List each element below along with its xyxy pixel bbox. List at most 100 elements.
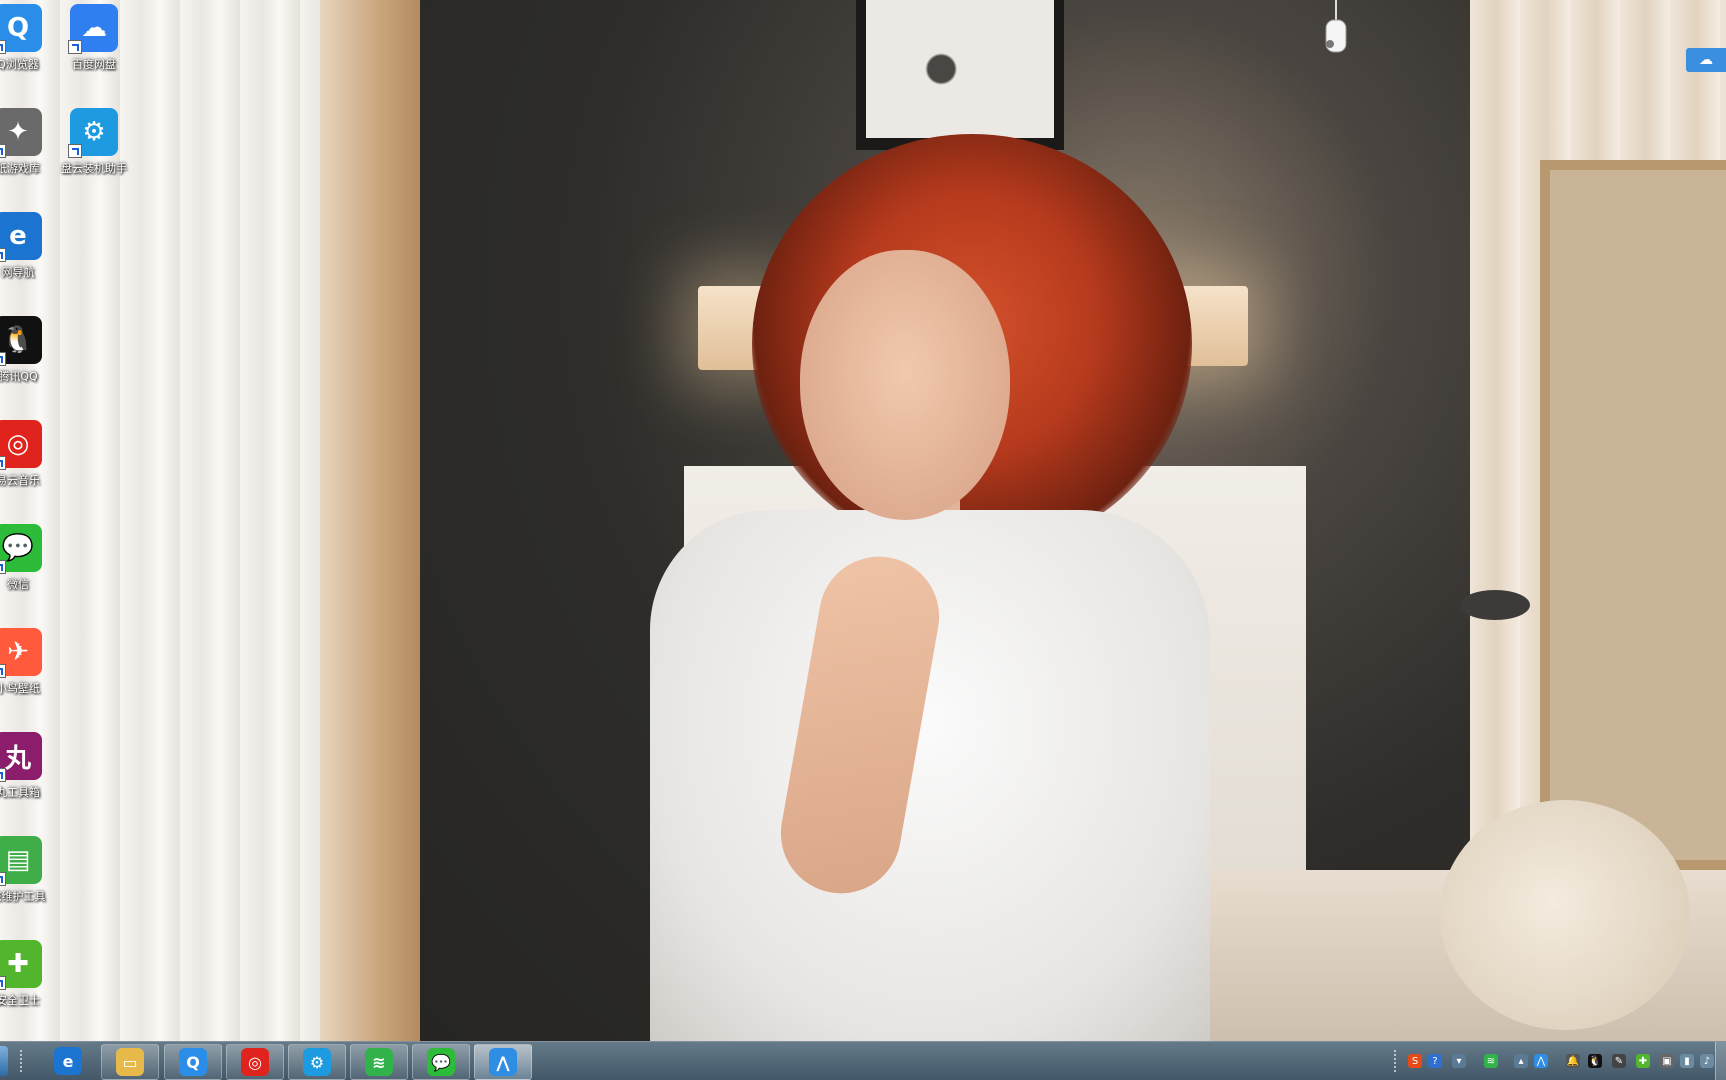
shortcut-arrow-icon [0, 768, 6, 782]
taskbar-button-wechat[interactable]: 💬 [412, 1044, 470, 1080]
icon-glyph: S [1411, 1055, 1419, 1067]
desktop-icon-maintenance-tool[interactable]: ▤ 统维护工具 [0, 836, 66, 904]
taskbar-button-active-app[interactable]: ⋀ [474, 1044, 532, 1080]
icon-glyph: ▤ [5, 845, 31, 875]
desktop-icon-label: 腾讯QQ [0, 370, 38, 383]
icon-glyph: ⚙ [309, 1052, 325, 1072]
icon-glyph: ≋ [1486, 1055, 1496, 1067]
icon-glyph: ✎ [1614, 1055, 1624, 1067]
desktop-icon-label: 易云音乐 [0, 474, 40, 487]
wallpaper-face [800, 250, 1010, 520]
shortcut-arrow-icon [0, 560, 6, 574]
folder-icon: ▭ [116, 1048, 144, 1076]
maintenance-tool-icon: ▤ [0, 836, 42, 886]
shortcut-arrow-icon [0, 352, 6, 366]
tray-grip [1394, 1050, 1400, 1072]
tool-tray-icon[interactable]: ✎ [1612, 1054, 1626, 1068]
shortcut-arrow-icon [0, 976, 6, 990]
help-icon[interactable]: ? [1428, 1054, 1442, 1068]
bird-wallpaper-icon: ✈ [0, 628, 42, 678]
desktop-icon-baidu-netdisk[interactable]: ☁ 百度网盘 [46, 4, 142, 72]
show-desktop-button[interactable] [1715, 1042, 1726, 1080]
qq-browser-icon: Q [0, 4, 42, 54]
icon-glyph: ✚ [7, 949, 29, 979]
icon-glyph: ▭ [122, 1052, 138, 1072]
icon-glyph: ▮ [1684, 1055, 1690, 1067]
desktop-icon-label: 盘云装机助手 [61, 162, 127, 175]
volume-icon[interactable]: ♪ [1700, 1054, 1714, 1068]
icon-glyph: ☁ [81, 13, 107, 43]
desktop-icon-label: 小鸟壁纸 [0, 682, 40, 695]
shortcut-arrow-icon [0, 248, 6, 262]
icon-glyph: ⚙ [82, 117, 106, 147]
start-button[interactable] [0, 1046, 8, 1076]
install-helper-icon: ⚙ [303, 1048, 331, 1076]
network-tray-icon[interactable]: ▣ [1660, 1054, 1674, 1068]
taskbar-button-netease-music[interactable]: ◎ [226, 1044, 284, 1080]
app-tray-icon[interactable]: ⋀ [1534, 1054, 1548, 1068]
qq-tray-icon[interactable]: 🐧 [1588, 1054, 1602, 1068]
netease-music-icon: ◎ [0, 420, 42, 470]
icon-glyph: e [62, 1051, 74, 1071]
security-tray-icon[interactable]: ✚ [1636, 1054, 1650, 1068]
notification-icon[interactable]: 🔔 [1566, 1054, 1580, 1068]
taskbar-button-install-helper[interactable]: ⚙ [288, 1044, 346, 1080]
taskbar: e ▭ Q ◎ ⚙ ≋ 💬 ⋀ S? ▾ ≋ ▴ ⋀ 🔔 🐧 ✎ ✚ ▣ ▮ ♪ [0, 1041, 1726, 1080]
icon-glyph: ▣ [1662, 1055, 1672, 1067]
icon-glyph: ⋀ [496, 1052, 510, 1072]
shortcut-arrow-icon [0, 456, 6, 470]
taskbar-button-qq-browser[interactable]: Q [164, 1044, 222, 1080]
shortcut-arrow-icon [0, 872, 6, 886]
shortcut-arrow-icon [68, 144, 82, 158]
icon-glyph: ✈ [7, 637, 29, 667]
icon-glyph: ⋀ [1536, 1055, 1546, 1067]
icon-glyph: ✚ [1638, 1055, 1648, 1067]
show-hidden-icon[interactable]: ▴ [1514, 1054, 1528, 1068]
icon-glyph: ◎ [6, 429, 30, 459]
icon-glyph: ✦ [7, 117, 29, 147]
icon-glyph: 🐧 [1, 325, 35, 355]
sogou-input-icon[interactable]: S [1408, 1054, 1422, 1068]
hanging-toy-widget[interactable] [1318, 0, 1348, 56]
icon-glyph: 🐧 [1588, 1055, 1602, 1067]
qq-penguin-icon: 🐧 [0, 316, 42, 366]
desktop-icon-toolbox[interactable]: 丸丸工具箱 [0, 732, 66, 800]
taskbar-button-wifi-tool[interactable]: ≋ [350, 1044, 408, 1080]
wifi-icon[interactable]: ≋ [1484, 1054, 1498, 1068]
shortcut-arrow-icon [0, 664, 6, 678]
desktop-icon-bird-wallpaper[interactable]: ✈ 小鸟壁纸 [0, 628, 66, 696]
desktop-icon-wechat[interactable]: 💬 微信 [0, 524, 66, 592]
baidu-netdisk-icon: ☁ [68, 4, 118, 54]
icon-glyph: ◎ [248, 1052, 262, 1072]
icon-glyph: Q [186, 1052, 200, 1072]
wallpaper-teddy-bear [1440, 800, 1690, 1030]
icon-glyph: ≋ [372, 1052, 386, 1072]
desktop-icon-install-helper[interactable]: ⚙ 盘云装机助手 [46, 108, 142, 176]
wifi-icon: ≋ [365, 1048, 393, 1076]
icon-glyph: ▾ [1456, 1055, 1462, 1067]
toolbox-icon: 丸 [0, 732, 42, 782]
taskbar-grip [20, 1050, 26, 1072]
wallpaper-left-curtain-edge [320, 0, 420, 1041]
signal-icon[interactable]: ▮ [1680, 1054, 1694, 1068]
shortcut-arrow-icon [0, 144, 6, 158]
security-guard-icon: ✚ [0, 940, 42, 990]
install-helper-icon: ⚙ [68, 108, 118, 158]
mountain-app-icon: ⋀ [489, 1048, 517, 1076]
qq-browser-icon: Q [179, 1048, 207, 1076]
desktop-icon-qq-penguin[interactable]: 🐧 腾讯QQ [0, 316, 66, 384]
desktop-icon-label: 微信 [7, 578, 29, 591]
shortcut-arrow-icon [68, 40, 82, 54]
desktop-icon-netease-music[interactable]: ◎ 易云音乐 [0, 420, 66, 488]
taskbar-button-ie-browser[interactable]: e [40, 1044, 96, 1078]
desktop-icon-ie-navigation[interactable]: e 网导航 [0, 212, 66, 280]
tray-expand-icon[interactable]: ▾ [1452, 1054, 1466, 1068]
desktop-icon-security-guard[interactable]: ✚ 安全卫士 [0, 940, 66, 1008]
icon-glyph: 丸 [4, 743, 31, 774]
ie-navigation-icon: e [0, 212, 42, 262]
icon-glyph: ▴ [1518, 1055, 1524, 1067]
netease-music-icon: ◎ [241, 1048, 269, 1076]
cloud-float-widget[interactable]: ☁ [1686, 48, 1726, 72]
taskbar-button-file-explorer[interactable]: ▭ [101, 1044, 159, 1080]
desktop-icon-label: 网导航 [1, 266, 35, 279]
